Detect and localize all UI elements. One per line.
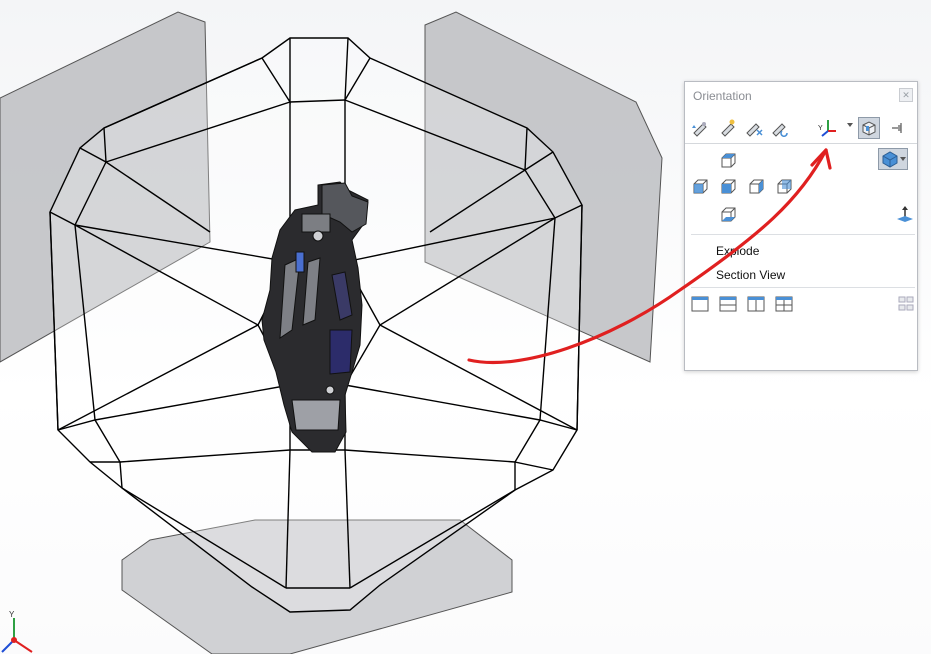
reset-views-icon[interactable] bbox=[743, 117, 765, 139]
svg-text:Y: Y bbox=[9, 610, 15, 619]
two-view-horizontal-icon[interactable] bbox=[718, 294, 738, 314]
explode-menu-item[interactable]: Explode bbox=[716, 244, 759, 258]
triad-dropdown-icon[interactable] bbox=[847, 123, 853, 127]
two-view-vertical-icon[interactable] bbox=[746, 294, 766, 314]
reference-triad: Y bbox=[1, 610, 33, 653]
update-view-icon[interactable] bbox=[717, 117, 739, 139]
orientation-dialog: Orientation ✕ Y Explode Section View bbox=[684, 81, 918, 371]
left-view-icon[interactable] bbox=[690, 176, 710, 196]
top-view-icon[interactable] bbox=[718, 150, 738, 170]
section-view-menu-item[interactable]: Section View bbox=[716, 268, 785, 282]
link-layouts-icon[interactable] bbox=[896, 294, 916, 314]
pin-icon[interactable] bbox=[886, 117, 908, 139]
right-view-icon[interactable] bbox=[746, 176, 766, 196]
front-view-icon[interactable] bbox=[718, 176, 738, 196]
separator bbox=[691, 234, 915, 235]
triad-icon[interactable]: Y bbox=[817, 117, 839, 139]
new-view-icon[interactable] bbox=[689, 117, 711, 139]
close-icon[interactable]: ✕ bbox=[899, 88, 913, 102]
four-view-icon[interactable] bbox=[774, 294, 794, 314]
orientation-toolbar: Y bbox=[685, 113, 917, 144]
link-views-icon[interactable] bbox=[769, 117, 791, 139]
panel-title: Orientation bbox=[693, 89, 752, 103]
view-selector-icon[interactable] bbox=[858, 117, 880, 139]
bottom-view-icon[interactable] bbox=[718, 204, 738, 224]
single-view-icon[interactable] bbox=[690, 294, 710, 314]
isometric-view-icon[interactable] bbox=[878, 148, 908, 170]
separator bbox=[691, 287, 915, 288]
svg-text:Y: Y bbox=[818, 125, 823, 132]
back-view-icon[interactable] bbox=[774, 176, 794, 196]
normal-to-icon[interactable] bbox=[895, 204, 915, 224]
